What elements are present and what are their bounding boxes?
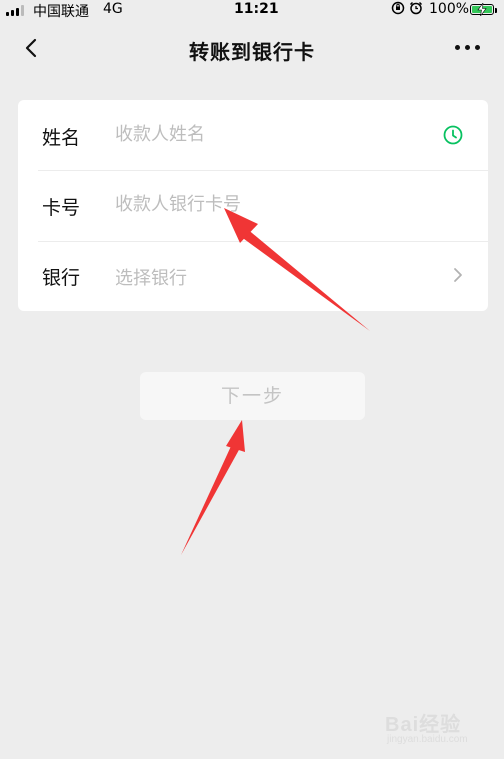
status-bar: 中国联通 4G 11:21 100% <box>0 0 504 20</box>
bank-label: 银行 <box>42 267 81 289</box>
card-number-row: 卡号 <box>18 170 488 240</box>
charging-bolt-icon <box>477 3 487 16</box>
next-step-button[interactable]: 下一步 <box>140 372 365 420</box>
battery-percentage: 100% <box>429 1 470 17</box>
name-label: 姓名 <box>42 127 81 149</box>
payee-name-input[interactable] <box>115 119 415 149</box>
transfer-form-card: 姓名 卡号 银行 选择银行 <box>18 100 488 311</box>
bank-select-placeholder[interactable]: 选择银行 <box>115 264 187 290</box>
watermark-text: Bai经验 <box>385 714 462 736</box>
status-time: 11:21 <box>234 1 279 17</box>
more-options-icon[interactable] <box>455 45 481 51</box>
chevron-right-icon <box>454 268 462 282</box>
card-number-label: 卡号 <box>42 197 81 219</box>
signal-icon <box>6 5 28 16</box>
nav-bar: 转账到银行卡 <box>0 24 504 74</box>
name-row: 姓名 <box>18 100 488 170</box>
network-type: 4G <box>103 1 123 17</box>
annotation-arrow-button <box>181 420 245 555</box>
watermark-subtext: jingyan.baidu.com <box>387 734 468 745</box>
card-number-input[interactable] <box>115 189 415 219</box>
battery-cap <box>495 8 497 13</box>
page-title: 转账到银行卡 <box>189 40 315 64</box>
watermark-logo: Bai经验 jingyan.baidu.com <box>385 700 495 750</box>
orientation-lock-icon <box>391 1 405 15</box>
bank-select-row[interactable]: 银行 选择银行 <box>18 240 488 310</box>
alarm-icon <box>410 1 423 15</box>
history-clock-icon[interactable] <box>442 124 464 146</box>
status-icons <box>391 1 423 17</box>
carrier-name: 中国联通 <box>33 4 89 20</box>
